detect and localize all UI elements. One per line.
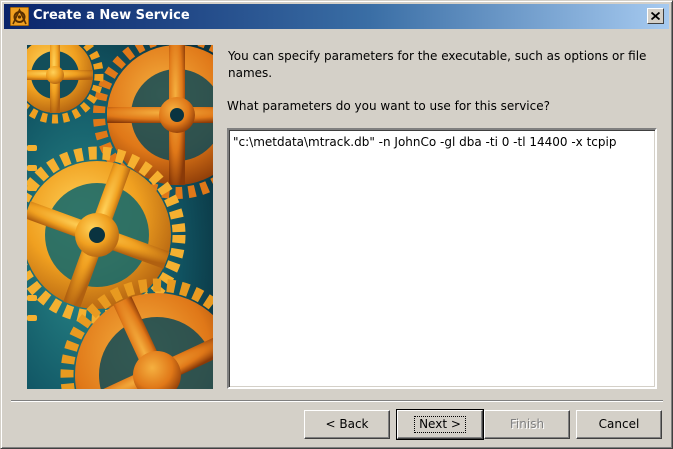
button-separator bbox=[11, 400, 663, 402]
orange-gears-illustration bbox=[27, 45, 213, 389]
create-service-dialog: Create a New Service You can specify par… bbox=[0, 0, 673, 449]
close-icon bbox=[651, 12, 660, 20]
close-button[interactable] bbox=[647, 8, 664, 24]
finish-button[interactable]: Finish bbox=[484, 410, 570, 439]
intro-text: You can specify parameters for the execu… bbox=[228, 49, 647, 80]
window-title: Create a New Service bbox=[33, 8, 190, 23]
cancel-button[interactable]: Cancel bbox=[576, 410, 662, 439]
back-button[interactable]: < Back bbox=[304, 410, 390, 439]
title-bar[interactable]: Create a New Service bbox=[4, 4, 669, 29]
service-wizard-icon bbox=[9, 6, 30, 27]
next-button[interactable]: Next > bbox=[396, 409, 484, 440]
parameters-input[interactable]: "c:\metdata\mtrack.db" -n JohnCo -gl dba… bbox=[227, 128, 657, 389]
next-button-label: Next > bbox=[414, 416, 466, 433]
parameters-label: What parameters do you want to use for t… bbox=[227, 99, 550, 113]
